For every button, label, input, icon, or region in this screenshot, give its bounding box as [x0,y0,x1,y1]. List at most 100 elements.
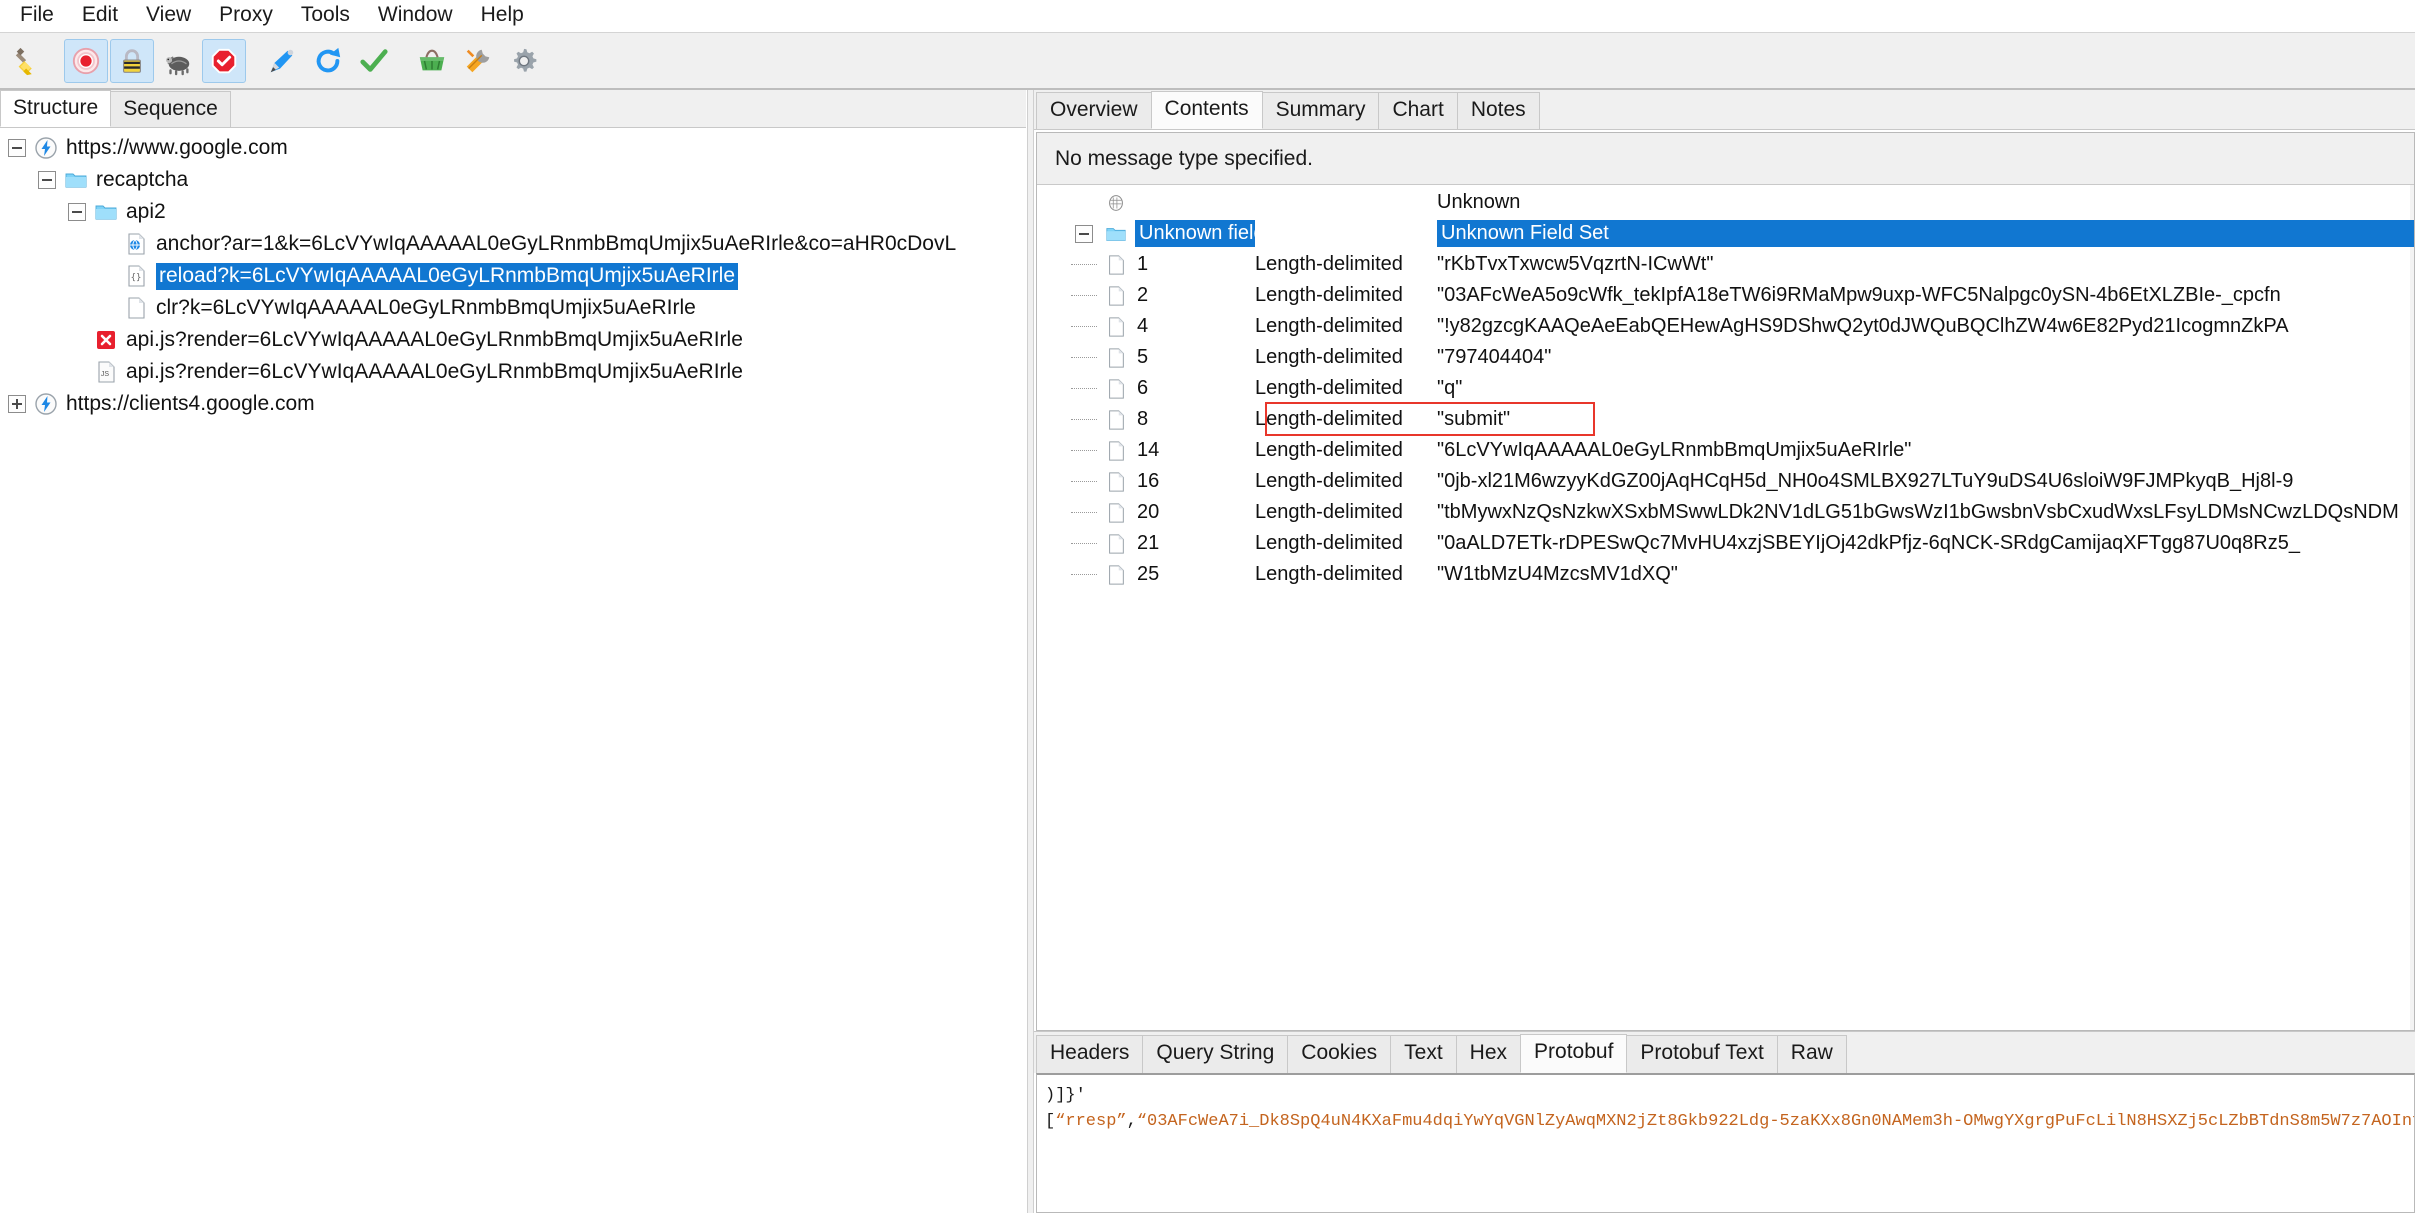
field-wire-type: Length-delimited [1255,408,1437,431]
menu-edit[interactable]: Edit [68,2,132,29]
blank-doc-icon [1105,501,1127,525]
collapse-icon[interactable] [8,139,26,157]
tab-contents[interactable]: Contents [1151,91,1263,129]
protobuf-row[interactable]: 1Length-delimited"rKbTvxTxwcw5VqzrtN-ICw… [1037,249,2414,280]
collapse-icon[interactable] [1075,225,1093,243]
right-pane: Overview Contents Summary Chart Notes No… [1034,90,2415,1213]
session-tree[interactable]: https://www.google.comrecaptchaapi2ancho… [0,128,1026,1213]
menu-view[interactable]: View [132,2,205,29]
protobuf-field-table[interactable]: Unknown Unknown fieldsUnknown Field Set1L… [1037,185,2414,1030]
tree-spacer [98,235,116,253]
left-tab-row: Structure Sequence [0,90,1026,128]
tree-row[interactable]: api.js?render=6LcVYwIqAAAAAL0eGyLRnmbBmq… [0,324,1026,356]
protobuf-row[interactable]: Unknown [1037,187,2414,218]
record-button[interactable] [64,39,108,83]
tree-row[interactable]: https://clients4.google.com [0,388,1026,420]
basket-button[interactable] [410,39,454,83]
protobuf-row[interactable]: Unknown fieldsUnknown Field Set [1037,218,2414,249]
response-comma: , [1127,1112,1137,1131]
protobuf-row[interactable]: 2Length-delimited"03AFcWeA5o9cWfk_tekIpf… [1037,280,2414,311]
protobuf-row[interactable]: 5Length-delimited"797404404" [1037,342,2414,373]
breakpoints-button[interactable] [202,39,246,83]
menu-help[interactable]: Help [467,2,538,29]
protobuf-row[interactable]: 21Length-delimited"0aALD7ETk-rDPESwQc7Mv… [1037,528,2414,559]
repeat-button[interactable] [306,39,350,83]
folder-icon [1105,222,1127,246]
field-value: "W1tbMzU4MzcsMV1dXQ" [1437,563,2414,586]
message-type-notice: No message type specified. [1037,133,2414,185]
tree-row[interactable]: anchor?ar=1&k=6LcVYwIqAAAAAL0eGyLRnmbBmq… [0,228,1026,260]
protobuf-row[interactable]: 20Length-delimited"tbMywxNzQsNzkwXSxbMSw… [1037,497,2414,528]
validate-button[interactable] [352,39,396,83]
tree-row-label: https://clients4.google.com [66,392,315,416]
collapse-icon[interactable] [68,203,86,221]
folder-icon [64,168,88,192]
field-number: 14 [1135,439,1255,462]
throttling-button[interactable] [156,39,200,83]
tree-row[interactable]: {}reload?k=6LcVYwIqAAAAAL0eGyLRnmbBmqUmj… [0,260,1026,292]
tab-cookies[interactable]: Cookies [1287,1035,1391,1073]
compose-button[interactable] [260,39,304,83]
blank-doc-icon [1105,532,1127,556]
protobuf-row[interactable]: 8Length-delimited"submit" [1037,404,2414,435]
response-line-2: [“rresp”,“03AFcWeA7i_Dk8SpQ4uN4KXaFmu4dq… [1045,1109,2414,1135]
row-gutter [1037,295,1105,296]
field-value: "rKbTvxTxwcw5VqzrtN-ICwWt" [1437,253,2414,276]
tree-connector [1071,543,1097,544]
tab-hex[interactable]: Hex [1456,1035,1521,1073]
menu-window[interactable]: Window [364,2,467,29]
tab-query-string[interactable]: Query String [1142,1035,1288,1073]
json-doc-icon: {} [124,264,148,288]
menu-proxy[interactable]: Proxy [205,2,287,29]
field-value: "0aALD7ETk-rDPESwQc7MvHU4xzjSBEYIjOj42dk… [1437,532,2414,555]
row-gutter [1037,481,1105,482]
tab-structure[interactable]: Structure [0,90,111,127]
tree-connector [1071,419,1097,420]
blank-doc-icon [1105,439,1127,463]
field-number: 6 [1135,377,1255,400]
tab-notes[interactable]: Notes [1457,92,1540,129]
field-number: 25 [1135,563,1255,586]
tab-protobuf[interactable]: Protobuf [1520,1034,1627,1073]
settings-button[interactable] [502,39,546,83]
tab-summary[interactable]: Summary [1262,92,1380,129]
row-gutter [1037,419,1105,420]
clear-session-button[interactable] [6,39,50,83]
tree-row[interactable]: https://www.google.com [0,132,1026,164]
response-token-payload: “03AFcWeA7i_Dk8SpQ4uN4KXaFmu4dqiYwYqVGNl… [1137,1112,2415,1131]
tab-headers[interactable]: Headers [1036,1035,1143,1073]
blank-doc-icon [1105,253,1127,277]
response-preview[interactable]: )]}' [“rresp”,“03AFcWeA7i_Dk8SpQ4uN4KXaF… [1036,1073,2415,1213]
pane-splitter[interactable] [1027,90,1034,1213]
field-wire-type: Length-delimited [1255,284,1437,307]
protobuf-row[interactable]: 14Length-delimited"6LcVYwIqAAAAAL0eGyLRn… [1037,435,2414,466]
protobuf-row[interactable]: 4Length-delimited"!y82gzcgKAAQeAeEabQEHe… [1037,311,2414,342]
field-wire-type: Length-delimited [1255,346,1437,369]
wrench-icon [463,46,493,76]
protobuf-row[interactable]: 6Length-delimited"q" [1037,373,2414,404]
expand-icon[interactable] [8,395,26,413]
tab-protobuf-text[interactable]: Protobuf Text [1626,1035,1777,1073]
field-value: Unknown [1437,191,2414,214]
tree-row[interactable]: api2 [0,196,1026,228]
menu-tools[interactable]: Tools [287,2,364,29]
lightning-host-icon [34,392,58,416]
protobuf-row[interactable]: 16Length-delimited"0jb-xl21M6wzyyKdGZ00j… [1037,466,2414,497]
row-gutter [1037,225,1105,243]
ssl-proxying-button[interactable] [110,39,154,83]
tab-text[interactable]: Text [1390,1035,1457,1073]
blank-doc-icon [1105,470,1127,494]
field-number: 2 [1135,284,1255,307]
tab-sequence[interactable]: Sequence [110,91,231,127]
tree-connector [1071,264,1097,265]
tree-row[interactable]: clr?k=6LcVYwIqAAAAAL0eGyLRnmbBmqUmjix5uA… [0,292,1026,324]
tab-raw[interactable]: Raw [1777,1035,1847,1073]
tree-row[interactable]: JSapi.js?render=6LcVYwIqAAAAAL0eGyLRnmbB… [0,356,1026,388]
tab-chart[interactable]: Chart [1378,92,1457,129]
wrench-button[interactable] [456,39,500,83]
collapse-icon[interactable] [38,171,56,189]
tree-row[interactable]: recaptcha [0,164,1026,196]
tab-overview[interactable]: Overview [1036,92,1152,129]
protobuf-row[interactable]: 25Length-delimited"W1tbMzU4MzcsMV1dXQ" [1037,559,2414,590]
menu-file[interactable]: File [6,2,68,29]
